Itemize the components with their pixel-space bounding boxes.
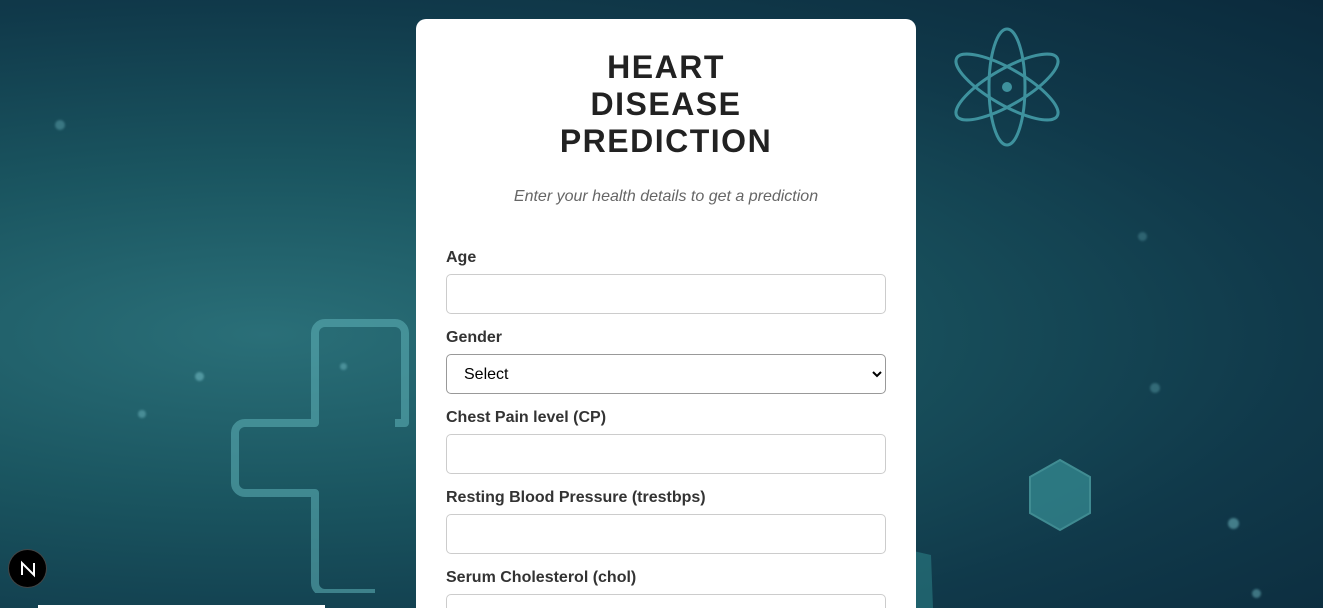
nextjs-logo-icon[interactable]	[9, 550, 46, 587]
bokeh-dot	[1252, 589, 1261, 598]
bokeh-dot	[1150, 383, 1160, 393]
age-input[interactable]	[446, 274, 886, 314]
prediction-form-card: HEART DISEASE PREDICTION Enter your heal…	[416, 19, 916, 608]
age-label: Age	[446, 249, 477, 266]
hexagon-graphic	[1029, 458, 1091, 532]
resting-bp-field-group: Resting Blood Pressure (trestbps)	[446, 489, 886, 554]
cholesterol-input[interactable]	[446, 594, 886, 608]
medical-cross-graphic	[231, 319, 409, 593]
page-title: HEART DISEASE PREDICTION	[559, 49, 773, 159]
resting-bp-label: Resting Blood Pressure (trestbps)	[446, 489, 706, 506]
chest-pain-input[interactable]	[446, 434, 886, 474]
atom-graphic	[954, 27, 1060, 147]
chest-pain-label: Chest Pain level (CP)	[446, 409, 607, 426]
bokeh-dot	[138, 410, 146, 418]
cholesterol-label: Serum Cholesterol (chol)	[446, 569, 637, 586]
bokeh-dot	[55, 120, 65, 130]
age-field-group: Age	[446, 249, 886, 314]
bokeh-dot	[1138, 232, 1147, 241]
cholesterol-field-group: Serum Cholesterol (chol)	[446, 569, 886, 608]
gender-label: Gender	[446, 329, 503, 346]
chest-pain-field-group: Chest Pain level (CP)	[446, 409, 886, 474]
n-letter-icon	[20, 560, 35, 577]
resting-bp-input[interactable]	[446, 514, 886, 554]
page-subtitle: Enter your health details to get a predi…	[513, 188, 819, 205]
bokeh-dot	[340, 363, 347, 370]
gender-select[interactable]: Select	[446, 354, 886, 394]
bokeh-dot	[1228, 518, 1239, 529]
gender-field-group: Gender Select	[446, 329, 886, 394]
health-details-form: Age Gender Select Chest Pain level (CP) …	[446, 249, 886, 608]
bokeh-dot	[195, 372, 204, 381]
